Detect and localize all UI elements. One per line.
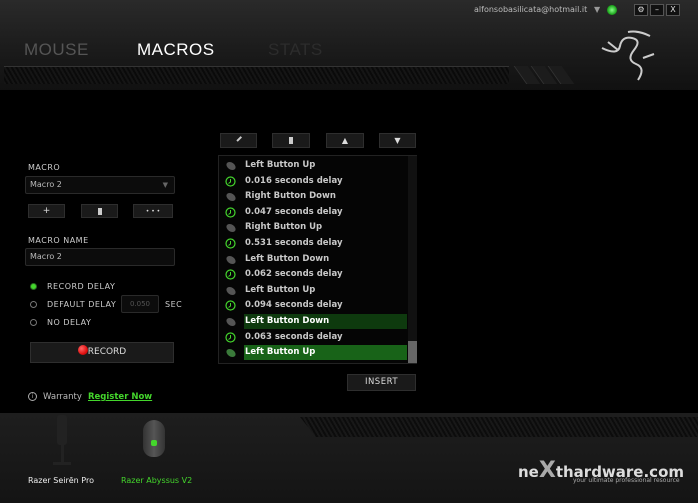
event-label: Right Button Up: [245, 222, 323, 233]
record-button[interactable]: RECORD: [30, 342, 174, 363]
mouse-icon: [225, 285, 236, 296]
clock-icon: [225, 269, 236, 280]
mic-stand: [61, 445, 64, 463]
macro-label: MACRO: [28, 163, 61, 172]
account-dropdown-icon[interactable]: ▼: [594, 5, 600, 14]
event-label: 0.062 seconds delay: [245, 269, 343, 280]
clock-icon: [225, 207, 236, 218]
microphone-icon: [57, 415, 67, 445]
scrollbar-thumb[interactable]: [408, 341, 417, 363]
no-delay-label: NO DELAY: [47, 318, 92, 327]
edit-icon: [235, 135, 242, 141]
info-icon: i: [28, 392, 37, 401]
register-now-link[interactable]: Register Now: [88, 392, 152, 402]
razer-logo-icon: [151, 440, 157, 446]
mouse-icon: [225, 222, 236, 233]
event-label: Left Button Up: [245, 160, 316, 170]
mouse-event[interactable]: Left Button Down: [219, 252, 407, 267]
mouse-device-icon[interactable]: [143, 420, 165, 457]
no-delay-radio[interactable]: [30, 319, 37, 326]
device-bar: Razer Seirēn Pro Razer Abyssus V2 neXtha…: [0, 413, 698, 503]
delay-event[interactable]: 0.531 seconds delay: [219, 236, 407, 251]
event-label: 0.531 seconds delay: [245, 238, 343, 248]
mouse-event[interactable]: Left Button Up: [219, 158, 407, 173]
settings-button[interactable]: ⚙: [634, 4, 648, 16]
record-label: RECORD: [87, 347, 127, 357]
minimize-button[interactable]: –: [650, 4, 664, 16]
mouse-icon: [225, 347, 236, 358]
mouse-event[interactable]: Right Button Down: [219, 189, 407, 204]
clock-icon: [225, 238, 236, 249]
trash-icon: [289, 137, 293, 144]
more-options-button[interactable]: • • •: [133, 204, 173, 218]
event-label: 0.063 seconds delay: [245, 331, 343, 342]
account-email[interactable]: alfonsobasilicata@hotmail.it: [474, 5, 587, 14]
mic-base: [53, 462, 71, 465]
add-macro-button[interactable]: +: [28, 204, 65, 218]
header: MOUSE MACROS STATS alfonsobasilicata@hot…: [0, 0, 698, 90]
mouse-event[interactable]: Right Button Up: [219, 220, 407, 235]
record-delay-label: RECORD DELAY: [47, 282, 116, 291]
event-label: Left Button Up: [244, 345, 407, 361]
scrollbar[interactable]: [408, 156, 417, 363]
mouse-event[interactable]: Left Button Up: [219, 345, 407, 361]
warranty-label: Warranty: [43, 392, 82, 402]
trash-icon: [97, 208, 102, 215]
macro-name-input[interactable]: Macro 2: [25, 248, 175, 266]
default-delay-label: DEFAULT DELAY: [47, 300, 117, 309]
tab-stats[interactable]: STATS: [268, 40, 323, 60]
delay-event[interactable]: 0.047 seconds delay: [219, 205, 407, 220]
chevron-down-icon: ▼: [162, 181, 168, 189]
mouse-icon: [225, 254, 236, 265]
record-icon: [77, 345, 88, 355]
status-icon: [607, 5, 617, 15]
event-label: Left Button Up: [245, 284, 316, 295]
mouse-event[interactable]: Left Button Up: [219, 283, 407, 298]
delay-event[interactable]: 0.094 seconds delay: [219, 298, 407, 313]
insert-button[interactable]: INSERT: [347, 374, 416, 391]
event-label: Right Button Down: [245, 191, 336, 202]
move-down-button[interactable]: ▼: [379, 133, 416, 148]
device-name-active: Razer Abyssus V2: [121, 476, 193, 485]
close-button[interactable]: X: [666, 4, 680, 16]
event-label: 0.047 seconds delay: [245, 206, 343, 217]
mouse-icon: [225, 160, 236, 171]
delay-event[interactable]: 0.063 seconds delay: [219, 330, 407, 345]
mouse-icon: [225, 316, 236, 327]
event-label: 0.016 seconds delay: [245, 175, 343, 186]
device-seiren-pro[interactable]: [48, 415, 78, 467]
header-band: [4, 66, 509, 84]
default-delay-input[interactable]: 0.050: [121, 295, 159, 313]
watermark-tagline: your ultimate professional resource: [573, 477, 680, 484]
move-up-button[interactable]: ▲: [326, 133, 364, 148]
mouse-icon: [225, 191, 236, 202]
mouse-event[interactable]: Left Button Down: [219, 314, 407, 329]
macro-name-label: MACRO NAME: [28, 236, 89, 245]
delay-event[interactable]: 0.062 seconds delay: [219, 267, 407, 282]
device-name: Razer Seirēn Pro: [28, 476, 94, 485]
event-label: Left Button Down: [245, 253, 330, 264]
default-delay-radio[interactable]: [30, 301, 37, 308]
device-bar-band: [300, 417, 698, 437]
razer-logo-icon: [601, 30, 655, 81]
delete-event-button[interactable]: [272, 133, 310, 148]
edit-button[interactable]: [220, 133, 257, 148]
delay-event[interactable]: 0.016 seconds delay: [219, 174, 407, 189]
macro-select[interactable]: Macro 2 ▼: [25, 176, 175, 194]
event-label: Left Button Down: [244, 314, 407, 329]
delete-macro-button[interactable]: [81, 204, 118, 218]
tab-mouse[interactable]: MOUSE: [24, 40, 89, 60]
macro-select-value: Macro 2: [30, 180, 62, 189]
record-delay-radio[interactable]: [30, 283, 37, 290]
clock-icon: [225, 300, 236, 311]
tab-macros[interactable]: MACROS: [137, 40, 215, 60]
macro-event-list[interactable]: Left Button Up 0.016 seconds delay Right B…: [218, 155, 417, 364]
event-label: 0.094 seconds delay: [245, 300, 343, 311]
clock-icon: [225, 331, 236, 343]
clock-icon: [225, 175, 236, 187]
delay-unit: SEC: [165, 300, 183, 309]
